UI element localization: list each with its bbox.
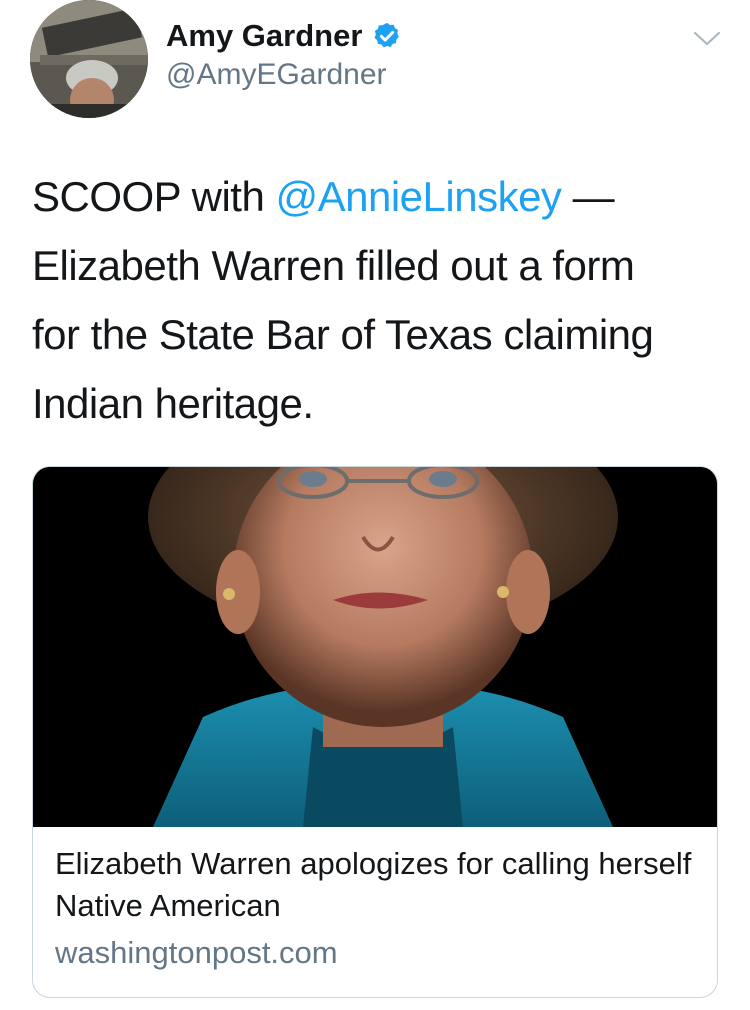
verified-badge-icon [374,22,400,48]
avatar[interactable] [30,0,148,118]
link-card[interactable]: Elizabeth Warren apologizes for calling … [32,466,718,998]
avatar-image [30,0,148,118]
name-row: Amy Gardner [166,14,402,58]
tweet: Amy Gardner @AmyEGardner SCOOP with @Ann… [0,0,750,1010]
handle[interactable]: @AmyEGardner [166,58,402,92]
tweet-text-part1: SCOOP with [32,173,276,220]
author-block: Amy Gardner @AmyEGardner [166,14,402,92]
tweet-line-3: for the State Bar of Texas claiming [32,311,654,358]
tweet-line-1: SCOOP with @AnnieLinskey — [32,162,722,231]
tweet-line-4: Indian heritage. [32,380,314,427]
card-domain[interactable]: washingtonpost.com [55,935,695,971]
card-title[interactable]: Elizabeth Warren apologizes for calling … [55,843,695,927]
card-image [33,467,717,827]
tweet-line-2: Elizabeth Warren filled out a form [32,242,635,289]
display-name[interactable]: Amy Gardner [166,18,362,54]
tweet-text: SCOOP with @AnnieLinskey — Elizabeth War… [32,162,722,438]
tweet-text-part2: — [561,173,615,220]
chevron-down-icon[interactable] [692,28,722,50]
card-body: Elizabeth Warren apologizes for calling … [33,827,717,971]
mention-link[interactable]: @AnnieLinskey [275,173,561,220]
